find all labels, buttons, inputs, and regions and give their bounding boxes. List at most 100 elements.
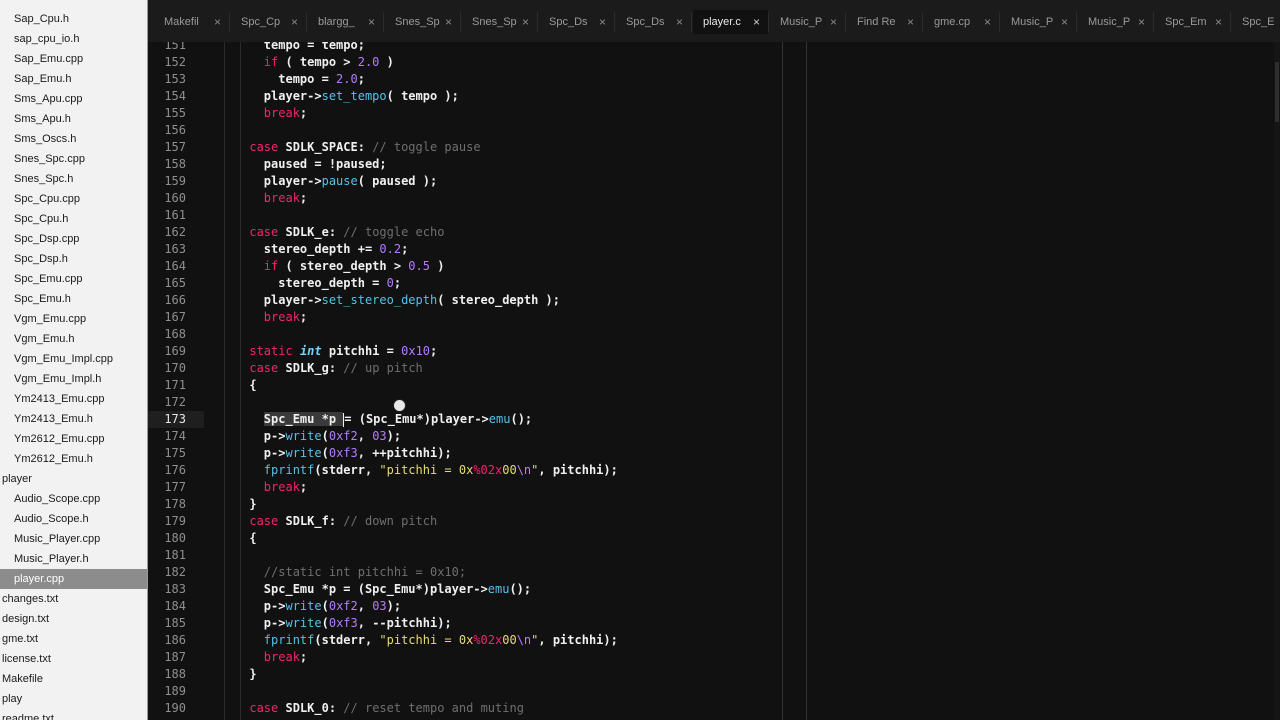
sidebar-file-item[interactable]: readme.txt [0,709,147,720]
sidebar-file-item[interactable]: Sms_Apu.h [0,109,147,129]
code-line[interactable]: stereo_depth += 0.2; [206,241,618,258]
code-line[interactable]: { [206,530,618,547]
code-line[interactable]: p->write(0xf2, 03); [206,598,618,615]
sidebar-file-item[interactable]: Spc_Emu.cpp [0,269,147,289]
sidebar-file-item[interactable]: gme.txt [0,629,147,649]
close-icon[interactable]: × [1215,10,1222,34]
close-icon[interactable]: × [368,10,375,34]
code-line[interactable]: break; [206,649,618,666]
sidebar-file-item[interactable]: player.cpp [0,569,147,589]
sidebar-file-item[interactable]: Sap_Cpu.h [0,9,147,29]
sidebar-file-item[interactable]: play [0,689,147,709]
tab-10[interactable]: gme.cp × [924,10,999,34]
sidebar-file-item[interactable]: Sap_Emu.h [0,69,147,89]
code-line[interactable]: player->set_tempo( tempo ); [206,88,618,105]
tab-3[interactable]: Snes_Sp × [385,10,460,34]
sidebar-file-item[interactable]: Ym2612_Emu.h [0,449,147,469]
close-icon[interactable]: × [445,10,452,34]
close-icon[interactable]: × [1061,10,1068,34]
sidebar-file-item[interactable]: Spc_Emu.h [0,289,147,309]
sidebar-file-item[interactable]: Sap_Emu.cpp [0,49,147,69]
sidebar-file-item[interactable]: Ym2413_Emu.h [0,409,147,429]
sidebar-file-item[interactable]: Vgm_Emu.cpp [0,309,147,329]
close-icon[interactable]: × [753,10,760,34]
tab-12[interactable]: Music_P × [1078,10,1153,34]
sidebar-file-item[interactable]: Music_Player.h [0,549,147,569]
sidebar-file-item[interactable]: Audio_Scope.cpp [0,489,147,509]
code-line[interactable]: case SDLK_f: // down pitch [206,513,618,530]
sidebar-file-item[interactable]: Ym2413_Emu.cpp [0,389,147,409]
close-icon[interactable]: × [676,10,683,34]
close-icon[interactable]: × [599,10,606,34]
tab-9[interactable]: Find Re × [847,10,922,34]
code-line[interactable] [206,207,618,224]
code-line[interactable]: case SDLK_g: // up pitch [206,360,618,377]
sidebar-file-item[interactable]: sap_cpu_io.h [0,29,147,49]
code-line[interactable]: case SDLK_SPACE: // toggle pause [206,139,618,156]
tab-6[interactable]: Spc_Ds × [616,10,691,34]
sidebar-file-item[interactable]: Spc_Dsp.h [0,249,147,269]
code-line[interactable]: tempo = 2.0; [206,71,618,88]
code-line[interactable]: p->write(0xf3, --pitchhi); [206,615,618,632]
tab-8[interactable]: Music_P × [770,10,845,34]
code-line[interactable]: } [206,496,618,513]
tab-5[interactable]: Spc_Ds × [539,10,614,34]
code-line[interactable]: player->pause( paused ); [206,173,618,190]
code-line[interactable]: p->write(0xf3, ++pitchhi); [206,445,618,462]
code-editor[interactable]: 151 152 153 154 155 156 157 158 159 160 161 162 163 1… [148,42,1280,720]
vertical-scrollbar[interactable] [1274,42,1280,720]
tab-1[interactable]: Spc_Cp × [231,10,306,34]
sidebar-file-item[interactable]: Sms_Oscs.h [0,129,147,149]
sidebar-file-item[interactable]: Vgm_Emu_Impl.h [0,369,147,389]
sidebar-file-item[interactable]: Music_Player.cpp [0,529,147,549]
close-icon[interactable]: × [522,10,529,34]
tab-11[interactable]: Music_P × [1001,10,1076,34]
sidebar-file-item[interactable]: Spc_Cpu.cpp [0,189,147,209]
tab-4[interactable]: Snes_Sp × [462,10,537,34]
sidebar-file-item[interactable]: Snes_Spc.h [0,169,147,189]
code-line[interactable]: case SDLK_0: // reset tempo and muting [206,700,618,717]
code-line[interactable]: } [206,666,618,683]
code-line[interactable]: paused = !paused; [206,156,618,173]
code-line[interactable] [206,547,618,564]
code-line[interactable]: fprintf(stderr, "pitchhi = 0x%02x00\n", … [206,632,618,649]
code-line[interactable] [206,683,618,700]
code-line[interactable]: player->set_stereo_depth( stereo_depth )… [206,292,618,309]
code-line[interactable] [206,326,618,343]
close-icon[interactable]: × [984,10,991,34]
code-area[interactable]: tempo = tempo; if ( tempo > 2.0 ) tempo … [206,42,618,720]
code-line[interactable]: break; [206,479,618,496]
tab-14[interactable]: Spc_E [1232,10,1280,34]
code-line[interactable] [206,122,618,139]
sidebar-folder-player[interactable]: player [0,469,147,489]
sidebar-file-item[interactable]: Ym2612_Emu.cpp [0,429,147,449]
sidebar-file-item[interactable]: changes.txt [0,589,147,609]
close-icon[interactable]: × [830,10,837,34]
tab-0[interactable]: Makefil × [154,10,229,34]
code-line[interactable]: if ( stereo_depth > 0.5 ) [206,258,618,275]
close-icon[interactable]: × [907,10,914,34]
code-line[interactable]: { [206,377,618,394]
close-icon[interactable]: × [1138,10,1145,34]
code-line[interactable]: break; [206,309,618,326]
code-line[interactable]: //static int pitchhi = 0x10; [206,564,618,581]
tab-7[interactable]: player.c × [693,10,768,34]
tab-2[interactable]: blargg_ × [308,10,383,34]
code-line[interactable]: Spc_Emu *p = (Spc_Emu*)player->emu(); [206,411,618,428]
sidebar-file-item[interactable]: license.txt [0,649,147,669]
sidebar-file-item[interactable]: Audio_Scope.h [0,509,147,529]
sidebar-file-item[interactable]: design.txt [0,609,147,629]
scrollbar-thumb[interactable] [1275,62,1279,122]
code-line[interactable]: p->write(0xf2, 03); [206,428,618,445]
code-line[interactable]: if ( tempo > 2.0 ) [206,54,618,71]
code-line[interactable]: static int pitchhi = 0x10; [206,343,618,360]
code-line[interactable]: fprintf(stderr, "pitchhi = 0x%02x00\n", … [206,462,618,479]
sidebar-file-item[interactable]: Sms_Apu.cpp [0,89,147,109]
code-line[interactable]: break; [206,190,618,207]
close-icon[interactable]: × [291,10,298,34]
sidebar-file-item[interactable]: Makefile [0,669,147,689]
sidebar-file-item[interactable]: Spc_Cpu.h [0,209,147,229]
sidebar-file-item[interactable]: Spc_Dsp.cpp [0,229,147,249]
code-line[interactable]: Spc_Emu *p = (Spc_Emu*)player->emu(); [206,581,618,598]
code-line[interactable]: break; [206,105,618,122]
